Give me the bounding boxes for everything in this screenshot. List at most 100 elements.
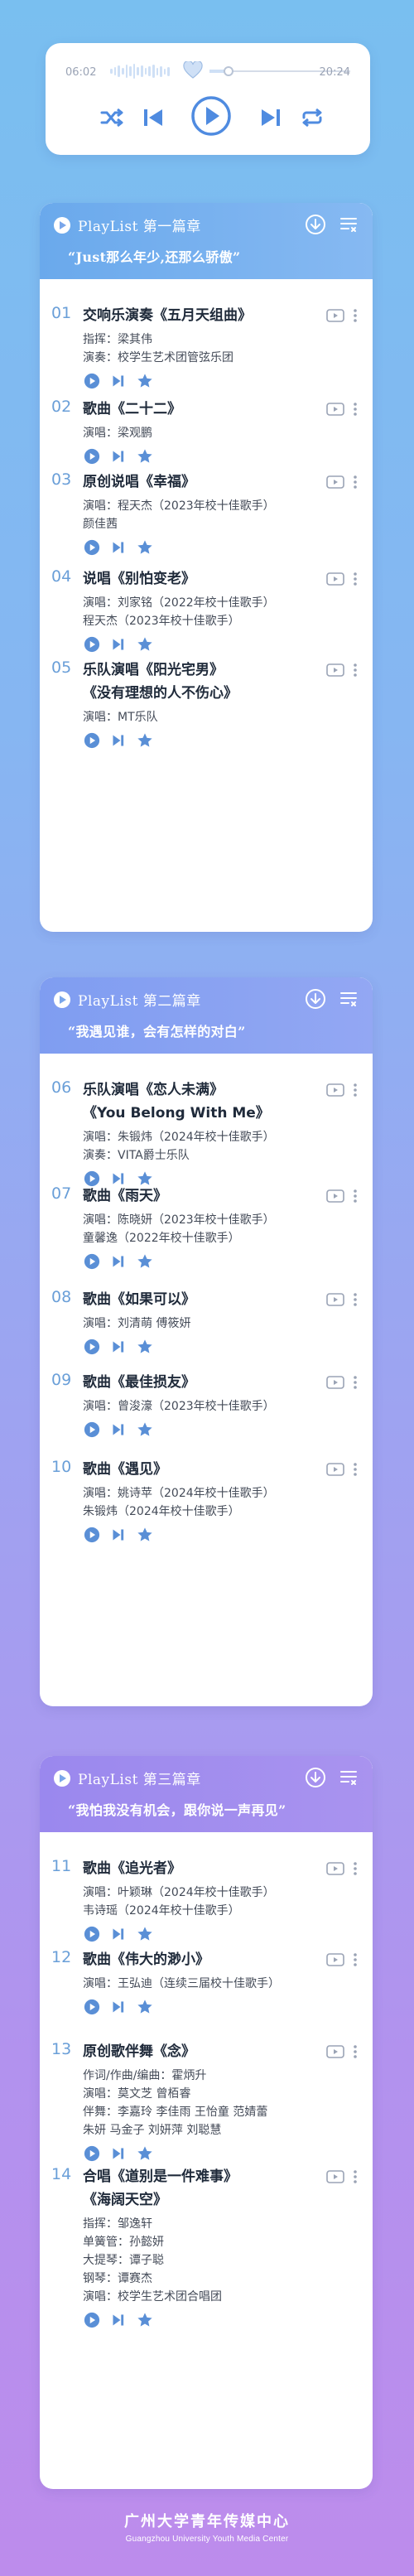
track-title[interactable]: 歌曲《雨天》: [83, 1184, 167, 1208]
play-icon[interactable]: [83, 731, 101, 750]
more-icon[interactable]: [353, 1188, 358, 1204]
play-icon[interactable]: [83, 2144, 101, 2163]
more-icon[interactable]: [353, 2168, 358, 2185]
playlist-play-icon[interactable]: [53, 216, 71, 234]
star-icon[interactable]: [136, 1925, 154, 1943]
track-title[interactable]: 原创歌伴舞《念》: [83, 2040, 195, 2063]
play-icon[interactable]: [83, 1252, 101, 1271]
star-icon[interactable]: [136, 372, 154, 390]
next-button[interactable]: [254, 101, 287, 134]
video-icon[interactable]: [326, 1189, 344, 1203]
queue-icon[interactable]: [339, 989, 359, 1009]
more-icon[interactable]: [353, 571, 358, 587]
star-icon[interactable]: [136, 635, 154, 654]
track-title-line2[interactable]: 《没有理想的人不伤心》: [83, 682, 238, 705]
more-icon[interactable]: [353, 1461, 358, 1478]
video-icon[interactable]: [326, 1463, 344, 1476]
track-title[interactable]: 合唱《道别是一件难事》: [83, 2165, 238, 2188]
playlist-play-icon[interactable]: [53, 991, 71, 1009]
star-icon[interactable]: [136, 1526, 154, 1544]
video-icon[interactable]: [326, 475, 344, 489]
heart-icon[interactable]: [183, 61, 203, 80]
track-title[interactable]: 歌曲《如果可以》: [83, 1288, 195, 1311]
star-icon[interactable]: [136, 447, 154, 466]
next-icon[interactable]: [109, 1925, 128, 1943]
next-icon[interactable]: [109, 538, 128, 557]
next-icon[interactable]: [109, 2144, 128, 2163]
play-icon[interactable]: [83, 1998, 101, 2016]
next-icon[interactable]: [109, 635, 128, 654]
track-title[interactable]: 歌曲《二十二》: [83, 398, 181, 421]
play-icon[interactable]: [83, 538, 101, 557]
queue-icon[interactable]: [339, 215, 359, 234]
play-icon[interactable]: [83, 1526, 101, 1544]
video-icon[interactable]: [326, 309, 344, 322]
track-title[interactable]: 歌曲《遇见》: [83, 1458, 167, 1481]
play-button[interactable]: [190, 94, 233, 137]
next-icon[interactable]: [109, 731, 128, 750]
next-icon[interactable]: [109, 1421, 128, 1439]
star-icon[interactable]: [136, 2311, 154, 2329]
star-icon[interactable]: [136, 2144, 154, 2163]
play-icon[interactable]: [83, 2311, 101, 2329]
more-icon[interactable]: [353, 1291, 358, 1308]
star-icon[interactable]: [136, 1338, 154, 1356]
play-icon[interactable]: [83, 447, 101, 466]
track-title-line2[interactable]: 《You Belong With Me》: [83, 1102, 270, 1125]
star-icon[interactable]: [136, 1421, 154, 1439]
video-icon[interactable]: [326, 663, 344, 677]
play-icon[interactable]: [83, 1338, 101, 1356]
video-icon[interactable]: [326, 1953, 344, 1966]
play-icon[interactable]: [83, 635, 101, 654]
more-icon[interactable]: [353, 1082, 358, 1098]
more-icon[interactable]: [353, 1374, 358, 1391]
queue-icon[interactable]: [339, 1768, 359, 1787]
video-icon[interactable]: [326, 1862, 344, 1875]
track-title[interactable]: 原创说唱《幸福》: [83, 470, 195, 494]
track-title-line2[interactable]: 《海阔天空》: [83, 2188, 167, 2212]
more-icon[interactable]: [353, 2043, 358, 2060]
download-icon[interactable]: [305, 988, 326, 1010]
next-icon[interactable]: [109, 2311, 128, 2329]
next-icon[interactable]: [109, 447, 128, 466]
next-icon[interactable]: [109, 1998, 128, 2016]
star-icon[interactable]: [136, 1998, 154, 2016]
track-title[interactable]: 乐队演唱《恋人未满》: [83, 1078, 224, 1102]
video-icon[interactable]: [326, 572, 344, 586]
track-title[interactable]: 歌曲《追光者》: [83, 1857, 181, 1880]
video-icon[interactable]: [326, 1083, 344, 1097]
play-icon[interactable]: [83, 1421, 101, 1439]
more-icon[interactable]: [353, 1860, 358, 1877]
video-icon[interactable]: [326, 1293, 344, 1306]
next-icon[interactable]: [109, 1526, 128, 1544]
play-icon[interactable]: [83, 372, 101, 390]
more-icon[interactable]: [353, 662, 358, 678]
shuffle-button[interactable]: [95, 101, 128, 134]
repeat-button[interactable]: [296, 101, 329, 134]
next-icon[interactable]: [109, 1338, 128, 1356]
track-title[interactable]: 交响乐演奏《五月天组曲》: [83, 304, 252, 327]
star-icon[interactable]: [136, 731, 154, 750]
progress-knob[interactable]: [224, 66, 233, 76]
play-icon[interactable]: [83, 1925, 101, 1943]
star-icon[interactable]: [136, 1252, 154, 1271]
video-icon[interactable]: [326, 2045, 344, 2058]
video-icon[interactable]: [326, 2170, 344, 2183]
previous-button[interactable]: [137, 101, 170, 134]
next-icon[interactable]: [109, 1252, 128, 1271]
next-icon[interactable]: [109, 372, 128, 390]
star-icon[interactable]: [136, 538, 154, 557]
playlist-play-icon[interactable]: [53, 1769, 71, 1787]
more-icon[interactable]: [353, 474, 358, 490]
more-icon[interactable]: [353, 401, 358, 417]
download-icon[interactable]: [305, 1767, 326, 1788]
track-title[interactable]: 说唱《别怕变老》: [83, 567, 195, 591]
track-title[interactable]: 乐队演唱《阳光宅男》: [83, 658, 224, 682]
more-icon[interactable]: [353, 307, 358, 324]
download-icon[interactable]: [305, 214, 326, 235]
more-icon[interactable]: [353, 1951, 358, 1968]
video-icon[interactable]: [326, 1376, 344, 1389]
track-title[interactable]: 歌曲《伟大的渺小》: [83, 1948, 209, 1971]
track-title[interactable]: 歌曲《最佳损友》: [83, 1371, 195, 1394]
video-icon[interactable]: [326, 403, 344, 416]
